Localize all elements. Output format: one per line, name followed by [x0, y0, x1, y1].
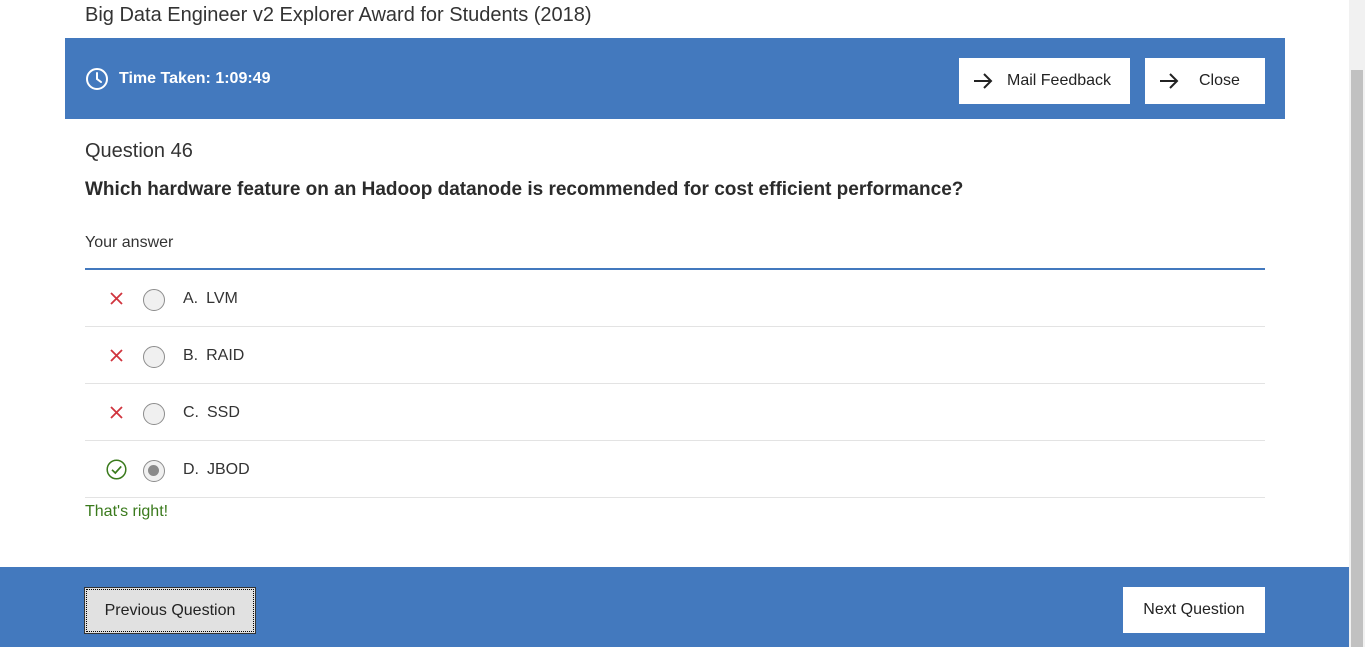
mail-feedback-label: Mail Feedback: [1007, 72, 1112, 89]
answer-option-a[interactable]: A. LVM: [85, 270, 1265, 327]
answer-text: RAID: [206, 347, 245, 364]
feedback-message: That's right!: [85, 503, 169, 520]
question-number: Question 46: [85, 140, 193, 162]
cross-icon: [110, 292, 123, 305]
page-title: Big Data Engineer v2 Explorer Award for …: [85, 4, 592, 26]
close-label: Close: [1199, 72, 1240, 89]
time-taken: Time Taken: 1:09:49: [119, 69, 271, 87]
bottom-navigation-bar: Previous Question Next Question: [0, 567, 1349, 647]
question-text: Which hardware feature on an Hadoop data…: [85, 179, 964, 200]
answer-list: A. LVM B. RAID C. SSD D. JBOD: [85, 268, 1265, 498]
answer-label: A. LVM: [183, 290, 238, 308]
mail-feedback-button[interactable]: Mail Feedback: [959, 58, 1130, 104]
answer-label: B. RAID: [183, 347, 244, 365]
answer-letter: D.: [183, 461, 199, 478]
radio-button[interactable]: [143, 403, 165, 425]
arrow-right-icon: [1160, 73, 1179, 89]
answer-text: SSD: [207, 404, 240, 421]
cross-icon: [110, 406, 123, 419]
radio-button[interactable]: [143, 289, 165, 311]
cross-icon: [110, 349, 123, 362]
vertical-scrollbar[interactable]: [1349, 0, 1365, 647]
radio-button-selected[interactable]: [143, 460, 165, 482]
answer-text: LVM: [206, 290, 238, 307]
answer-text: JBOD: [207, 461, 250, 478]
clock-icon: [86, 67, 108, 90]
answer-letter: A.: [183, 290, 199, 307]
answer-letter: B.: [183, 347, 199, 364]
close-button[interactable]: Close: [1145, 58, 1265, 104]
scrollbar-thumb[interactable]: [1351, 70, 1363, 647]
check-circle-icon: [106, 459, 127, 480]
timer: Time Taken: 1:09:49: [85, 38, 270, 119]
answer-label: D. JBOD: [183, 461, 250, 479]
your-answer-label: Your answer: [85, 234, 174, 251]
answer-label: C. SSD: [183, 404, 240, 422]
answer-option-b[interactable]: B. RAID: [85, 327, 1265, 384]
answer-option-d[interactable]: D. JBOD: [85, 441, 1265, 498]
top-toolbar: Time Taken: 1:09:49 Mail Feedback Close: [65, 38, 1285, 119]
arrow-right-icon: [974, 73, 993, 89]
next-question-button[interactable]: Next Question: [1123, 587, 1265, 633]
previous-question-button[interactable]: Previous Question: [84, 587, 256, 634]
radio-button[interactable]: [143, 346, 165, 368]
answer-letter: C.: [183, 404, 199, 421]
answer-option-c[interactable]: C. SSD: [85, 384, 1265, 441]
